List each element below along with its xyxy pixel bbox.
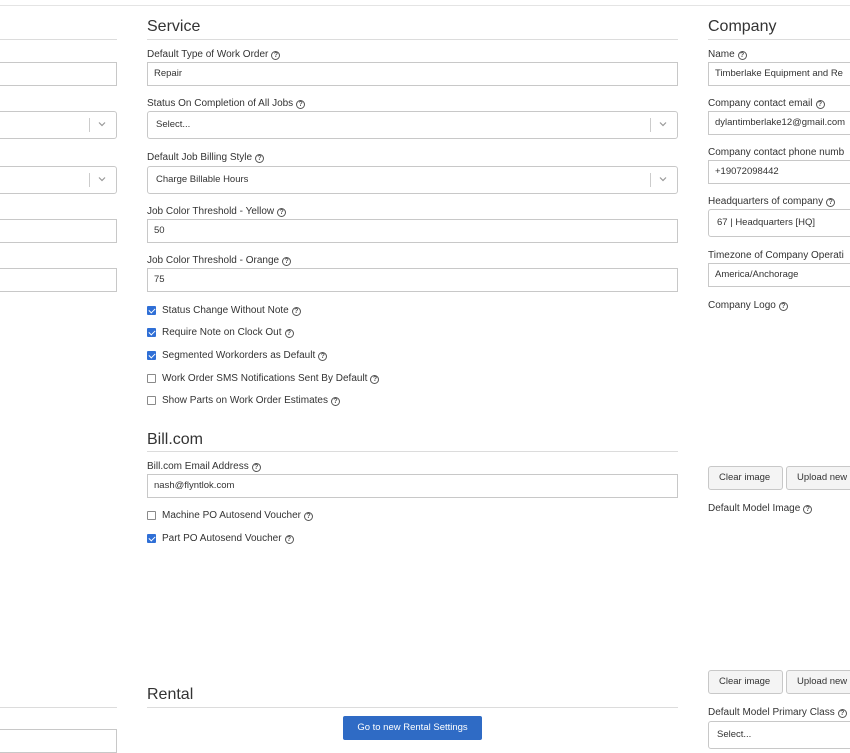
segmented-workorders-label: Segmented Workorders as Default? — [162, 350, 328, 361]
help-icon[interactable]: ? — [803, 505, 813, 514]
help-icon[interactable]: ? — [271, 51, 281, 60]
company-phone-label: Company contact phone numb — [708, 147, 845, 158]
help-icon[interactable]: ? — [837, 709, 847, 718]
billcom-email-input[interactable]: nash@flyntlok.com — [147, 474, 678, 498]
primary-class-label: Default Model Primary Class? — [708, 707, 847, 718]
sms-notifications-label: Work Order SMS Notifications Sent By Def… — [162, 373, 380, 384]
left-select-2[interactable] — [0, 166, 117, 194]
left-input-1[interactable] — [0, 62, 117, 86]
help-icon[interactable]: ? — [826, 198, 836, 207]
status-completion-label: Status On Completion of All Jobs? — [147, 98, 306, 109]
chevron-down-icon — [98, 177, 106, 182]
service-section-rule — [147, 39, 678, 40]
company-name-input[interactable]: Timberlake Equipment and Re — [708, 62, 850, 86]
require-note-checkbox[interactable] — [147, 328, 156, 337]
sms-notifications-checkbox[interactable] — [147, 374, 156, 383]
logo-clear-image-button[interactable]: Clear image — [708, 466, 783, 490]
show-parts-label: Show Parts on Work Order Estimates? — [162, 395, 340, 406]
left-section-rule — [0, 39, 117, 40]
billing-style-value: Charge Billable Hours — [156, 174, 249, 185]
show-parts-checkbox[interactable] — [147, 396, 156, 405]
help-icon[interactable]: ? — [255, 154, 265, 163]
machine-po-label: Machine PO Autosend Voucher? — [162, 510, 313, 521]
billing-style-select[interactable]: Charge Billable Hours — [147, 166, 678, 194]
threshold-yellow-label: Job Color Threshold - Yellow? — [147, 206, 287, 217]
service-section-title: Service — [147, 18, 201, 35]
help-icon[interactable]: ? — [303, 512, 313, 521]
billcom-email-label: Bill.com Email Address? — [147, 461, 261, 472]
default-type-input[interactable]: Repair — [147, 62, 678, 86]
rental-section-rule — [147, 707, 678, 708]
top-divider — [0, 5, 850, 6]
left-bottom-rule — [0, 707, 117, 708]
help-icon[interactable]: ? — [296, 100, 306, 109]
chevron-down-icon — [98, 122, 106, 127]
company-name-label: Name? — [708, 49, 747, 60]
segmented-workorders-checkbox[interactable] — [147, 351, 156, 360]
billcom-section-title: Bill.com — [147, 431, 204, 448]
model-image-label: Default Model Image? — [708, 503, 813, 514]
company-email-input[interactable]: dylantimberlake12@gmail.com — [708, 111, 850, 135]
help-icon[interactable]: ? — [330, 397, 340, 406]
model-image-clear-button[interactable]: Clear image — [708, 670, 783, 694]
company-logo-label: Company Logo? — [708, 300, 788, 311]
model-image-upload-button[interactable]: Upload new — [786, 670, 850, 694]
help-icon[interactable]: ? — [370, 375, 380, 384]
rental-settings-button[interactable]: Go to new Rental Settings — [343, 716, 482, 740]
default-type-label: Default Type of Work Order? — [147, 49, 281, 60]
billing-style-label: Default Job Billing Style? — [147, 152, 265, 163]
help-icon[interactable]: ? — [277, 208, 287, 217]
left-select-1[interactable] — [0, 111, 117, 139]
help-icon[interactable]: ? — [318, 352, 328, 361]
timezone-label: Timezone of Company Operati — [708, 250, 844, 261]
help-icon[interactable]: ? — [291, 307, 301, 316]
threshold-orange-label: Job Color Threshold - Orange? — [147, 255, 292, 266]
threshold-yellow-input[interactable]: 50 — [147, 219, 678, 243]
help-icon[interactable]: ? — [284, 329, 294, 338]
company-phone-input[interactable]: +19072098442 — [708, 160, 850, 184]
help-icon[interactable]: ? — [737, 51, 747, 60]
left-input-2[interactable] — [0, 219, 117, 243]
help-icon[interactable]: ? — [284, 535, 294, 544]
company-section-rule — [708, 39, 850, 40]
status-completion-select[interactable]: Select... — [147, 111, 678, 139]
primary-class-select[interactable]: Select... — [708, 721, 850, 749]
help-icon[interactable]: ? — [778, 302, 788, 311]
help-icon[interactable]: ? — [815, 100, 825, 109]
left-input-3[interactable] — [0, 268, 117, 292]
company-section-title: Company — [708, 18, 777, 35]
part-po-checkbox[interactable] — [147, 534, 156, 543]
left-input-4[interactable] — [0, 729, 117, 753]
rental-section-title: Rental — [147, 686, 194, 703]
status-completion-placeholder: Select... — [156, 119, 191, 130]
require-note-label: Require Note on Clock Out? — [162, 327, 294, 338]
machine-po-checkbox[interactable] — [147, 511, 156, 520]
timezone-input[interactable]: America/Anchorage — [708, 263, 850, 287]
chevron-down-icon — [659, 122, 667, 127]
company-email-label: Company contact email? — [708, 98, 825, 109]
hq-label: Headquarters of company? — [708, 196, 836, 207]
status-change-label: Status Change Without Note? — [162, 305, 301, 316]
help-icon[interactable]: ? — [282, 257, 292, 266]
logo-upload-button[interactable]: Upload new — [786, 466, 850, 490]
chevron-down-icon — [659, 177, 667, 182]
billcom-section-rule — [147, 451, 678, 452]
status-change-checkbox[interactable] — [147, 306, 156, 315]
help-icon[interactable]: ? — [251, 463, 261, 472]
hq-select[interactable]: 67 | Headquarters [HQ] — [708, 209, 850, 237]
part-po-label: Part PO Autosend Voucher? — [162, 533, 294, 544]
threshold-orange-input[interactable]: 75 — [147, 268, 678, 292]
